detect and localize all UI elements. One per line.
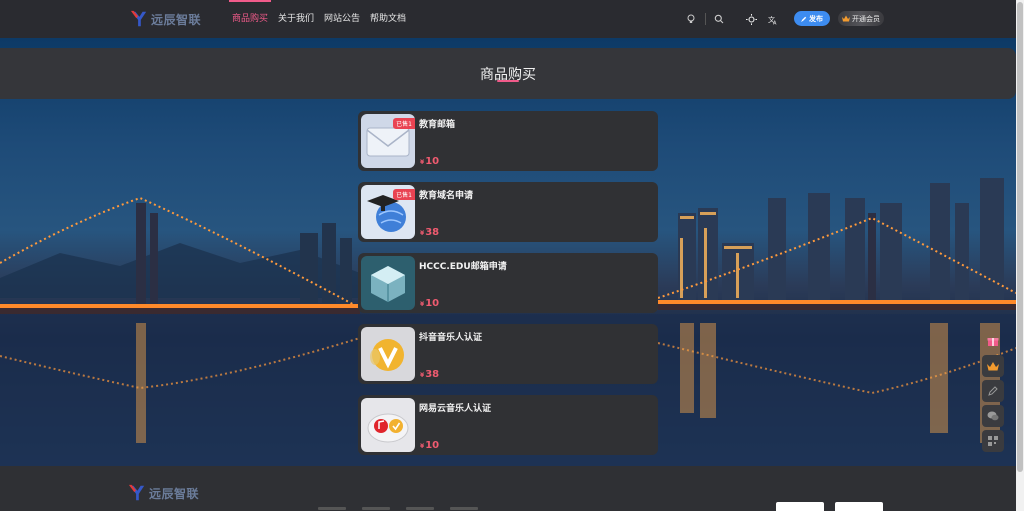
main-nav: 商品购买 关于我们 网站公告 帮助文档 [228,0,406,38]
footer-link[interactable] [406,507,434,510]
search-icon[interactable] [712,12,726,26]
lightbulb-icon[interactable] [684,12,698,26]
footer-qrcode [835,502,883,511]
nav-item-help[interactable]: 帮助文档 [370,0,406,38]
pencil-icon [801,16,807,22]
product-card[interactable]: 抖音音乐人认证 ¥38 [358,324,658,384]
product-card[interactable]: HCCC.EDU邮箱申请 ¥10 [358,253,658,313]
logo-y-icon [130,10,147,27]
product-card[interactable]: 已售1 教育域名申请 ¥38 [358,182,658,242]
crown-icon [842,15,850,22]
pencil-icon[interactable] [982,380,1004,402]
gift-icon[interactable] [982,330,1004,352]
wechat-icon[interactable] [982,405,1004,427]
product-thumbnail [361,327,415,381]
vip-button[interactable]: 开通会员 [838,11,884,26]
music-cloud-icon [361,398,415,452]
product-name: 抖音音乐人认证 [419,333,483,343]
vip-label: 开通会员 [852,14,880,23]
footer-links [318,507,478,510]
theme-sun-icon[interactable] [744,12,758,26]
product-price: ¥10 [420,156,440,167]
footer-link[interactable] [318,507,346,510]
footer-logo-text: 远辰智联 [149,486,200,501]
translate-icon[interactable]: 文A [766,12,780,26]
product-thumbnail: 已售1 [361,114,415,168]
logo-text: 远辰智联 [151,12,202,27]
site-logo[interactable]: 远辰智联 [130,8,201,30]
product-thumbnail: 已售1 [361,185,415,239]
publish-button[interactable]: 发布 [794,11,830,26]
footer-logo[interactable]: 远辰智联 [128,484,199,502]
product-name: HCCC.EDU邮箱申请 [419,262,507,272]
nav-item-announcements[interactable]: 网站公告 [324,0,360,38]
sold-badge: 已售1 [393,189,415,200]
footer-qrcode [776,502,824,511]
scrollbar-thumb[interactable] [1017,2,1023,472]
nav-item-shop[interactable]: 商品购买 [228,0,272,38]
product-price: ¥38 [420,227,440,238]
glass-cube-icon [361,256,415,310]
logo-y-icon [128,484,145,501]
product-name: 教育域名申请 [419,191,474,201]
product-thumbnail [361,256,415,310]
crown-icon[interactable] [982,355,1004,377]
publish-label: 发布 [809,14,823,23]
footer-link[interactable] [362,507,390,510]
header-divider [705,13,706,25]
title-underline [497,80,519,82]
page-scrollbar[interactable] [1016,0,1024,511]
product-card[interactable]: 网易云音乐人认证 ¥10 [358,395,658,455]
side-toolbar [982,330,1004,455]
product-card[interactable]: 已售1 教育邮箱 ¥10 [358,111,658,171]
verified-v-icon [361,327,415,381]
product-name: 网易云音乐人认证 [419,404,492,414]
product-price: ¥10 [420,298,440,309]
product-thumbnail [361,398,415,452]
product-price: ¥10 [420,440,440,451]
qrcode-icon[interactable] [982,430,1004,452]
product-name: 教育邮箱 [419,120,456,130]
nav-item-about[interactable]: 关于我们 [278,0,314,38]
top-header: 远辰智联 商品购买 关于我们 网站公告 帮助文档 文A 发布 开通会员 [0,0,1024,38]
page-title-banner: 商品购买 [0,48,1016,99]
svg-text:A: A [773,20,777,25]
sold-badge: 已售1 [393,118,415,129]
product-price: ¥38 [420,369,440,380]
footer-link[interactable] [450,507,478,510]
